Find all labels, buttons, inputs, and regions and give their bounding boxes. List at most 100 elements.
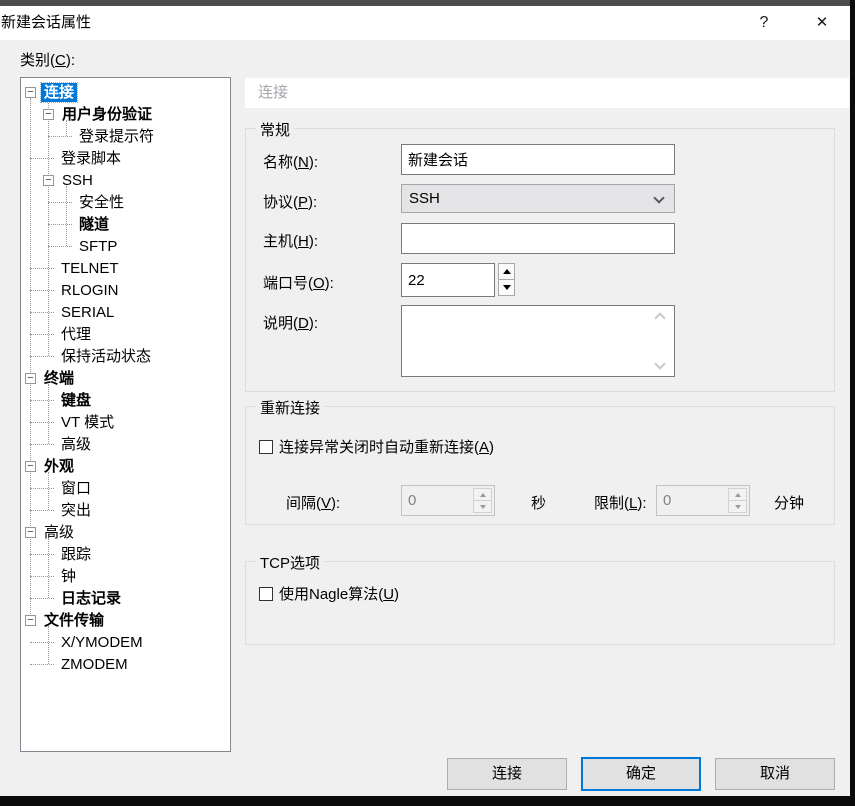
tree-item-keepalive[interactable]: 保持活动状态 <box>21 345 230 367</box>
tree-connector <box>30 422 54 423</box>
nagle-checkbox-row[interactable]: 使用Nagle算法(U) <box>259 583 399 604</box>
tree-item-label: TELNET <box>58 259 122 278</box>
tree-item-security[interactable]: 安全性 <box>21 191 230 213</box>
tree-collapse-icon[interactable]: − <box>25 615 36 626</box>
panel-header-label: 连接 <box>245 78 849 108</box>
tree-collapse-icon[interactable]: − <box>43 109 54 120</box>
tree-connector <box>30 664 54 665</box>
tree-connector <box>30 158 54 159</box>
tree-item-terminal[interactable]: −终端 <box>21 367 230 389</box>
tree-item-telnet[interactable]: TELNET <box>21 257 230 279</box>
tree-item-bell[interactable]: 钟 <box>21 565 230 587</box>
tree-item-proxy[interactable]: 代理 <box>21 323 230 345</box>
background-bottom-strip <box>0 796 855 806</box>
tree-item-label: 外观 <box>41 457 77 476</box>
tree-item-file-transfer[interactable]: −文件传输 <box>21 609 230 631</box>
tree-item-label: 高级 <box>58 435 94 454</box>
host-input[interactable] <box>401 223 675 254</box>
port-input[interactable] <box>401 263 495 297</box>
tree-item-keyboard[interactable]: 键盘 <box>21 389 230 411</box>
limit-spin-arrows <box>728 488 747 513</box>
spin-up-icon <box>503 269 511 274</box>
tree-item-label: 保持活动状态 <box>58 347 154 366</box>
connect-button[interactable]: 连接 <box>447 758 567 790</box>
tree-connector <box>30 356 54 357</box>
auto-reconnect-checkbox-row[interactable]: 连接异常关闭时自动重新连接(A) <box>259 436 494 457</box>
tree-connector <box>30 598 54 599</box>
auto-reconnect-label: 连接异常关闭时自动重新连接(A) <box>279 436 494 457</box>
tree-item-label: SERIAL <box>58 303 117 322</box>
tree-item-label: 登录脚本 <box>58 149 124 168</box>
tree-connector <box>30 510 54 511</box>
tree-item-label: 跟踪 <box>58 545 94 564</box>
tree-collapse-icon[interactable]: − <box>43 175 54 186</box>
tree-item-label: ZMODEM <box>58 655 131 674</box>
limit-label: 限制(L): <box>594 492 647 513</box>
ok-button[interactable]: 确定 <box>581 757 701 791</box>
tree-item-label: 突出 <box>58 501 94 520</box>
tree-item-window[interactable]: 窗口 <box>21 477 230 499</box>
tree-item-sftp[interactable]: SFTP <box>21 235 230 257</box>
category-tree[interactable]: −连接−用户身份验证登录提示符登录脚本−SSH安全性隧道SFTPTELNETRL… <box>20 77 231 752</box>
tree-item-label: 用户身份验证 <box>59 105 155 124</box>
interval-unit-label: 秒 <box>531 492 546 513</box>
name-input[interactable] <box>401 144 675 175</box>
tree-connector <box>30 488 54 489</box>
tree-collapse-icon[interactable]: − <box>25 461 36 472</box>
tree-item-trace[interactable]: 跟踪 <box>21 543 230 565</box>
close-button[interactable]: ✕ <box>802 6 842 40</box>
protocol-select[interactable]: SSH <box>401 184 675 213</box>
nagle-label: 使用Nagle算法(U) <box>279 583 399 604</box>
tree-item-label: SFTP <box>76 237 120 256</box>
tree-item-appearance[interactable]: −外观 <box>21 455 230 477</box>
description-field[interactable] <box>401 305 675 377</box>
host-label: 主机(H): <box>263 230 318 251</box>
tree-item-label: 文件传输 <box>41 611 107 630</box>
tree-item-vt-mode[interactable]: VT 模式 <box>21 411 230 433</box>
tree-connector <box>30 312 54 313</box>
tree-connector <box>48 224 72 225</box>
panel-header: 连接 <box>245 78 849 108</box>
tree-item-label: 连接 <box>41 83 77 102</box>
port-spin-up-button[interactable] <box>498 263 515 280</box>
tree-item-label: 登录提示符 <box>76 127 157 146</box>
tree-item-zmodem[interactable]: ZMODEM <box>21 653 230 675</box>
tree-item-connection[interactable]: −连接 <box>21 81 230 103</box>
tree-item-highlight[interactable]: 突出 <box>21 499 230 521</box>
tree-item-rlogin[interactable]: RLOGIN <box>21 279 230 301</box>
interval-label: 间隔(V): <box>286 492 340 513</box>
tree-item-login-script[interactable]: 登录脚本 <box>21 147 230 169</box>
tree-item-label: 窗口 <box>58 479 94 498</box>
port-spin-down-button[interactable] <box>498 279 515 296</box>
tree-item-xymodem[interactable]: X/YMODEM <box>21 631 230 653</box>
tree-item-label: RLOGIN <box>58 281 122 300</box>
tree-item-tunnel[interactable]: 隧道 <box>21 213 230 235</box>
protocol-value: SSH <box>409 185 674 212</box>
tree-item-authentication[interactable]: −用户身份验证 <box>21 103 230 125</box>
tree-collapse-icon[interactable]: − <box>25 527 36 538</box>
tree-item-logging[interactable]: 日志记录 <box>21 587 230 609</box>
tree-item-label: SSH <box>59 171 96 190</box>
tree-item-label: 高级 <box>41 523 77 542</box>
checkbox-icon[interactable] <box>259 587 273 601</box>
tree-item-label: X/YMODEM <box>58 633 146 652</box>
checkbox-icon[interactable] <box>259 440 273 454</box>
group-reconnect: 重新连接 连接异常关闭时自动重新连接(A) 间隔(V): 0 秒 限制(L): … <box>245 406 835 525</box>
description-textarea[interactable] <box>402 306 674 376</box>
tree-item-advanced[interactable]: −高级 <box>21 521 230 543</box>
tree-item-label: VT 模式 <box>58 413 117 432</box>
tree-collapse-icon[interactable]: − <box>25 87 36 98</box>
group-reconnect-title: 重新连接 <box>256 397 324 418</box>
tree-connector <box>30 642 54 643</box>
tree-item-login-prompt[interactable]: 登录提示符 <box>21 125 230 147</box>
cancel-button[interactable]: 取消 <box>715 758 835 790</box>
help-button[interactable]: ? <box>746 6 782 40</box>
background-right-strip <box>850 0 855 806</box>
tree-item-ssh[interactable]: −SSH <box>21 169 230 191</box>
tree-collapse-icon[interactable]: − <box>25 373 36 384</box>
tree-item-terminal-advanced[interactable]: 高级 <box>21 433 230 455</box>
tree-item-serial[interactable]: SERIAL <box>21 301 230 323</box>
description-label: 说明(D): <box>263 312 318 333</box>
window-title: 新建会话属性 <box>1 6 91 40</box>
new-session-properties-dialog: 新建会话属性 ? ✕ 类别(C): −连接−用户身份验证登录提示符登录脚本−SS… <box>0 0 855 806</box>
